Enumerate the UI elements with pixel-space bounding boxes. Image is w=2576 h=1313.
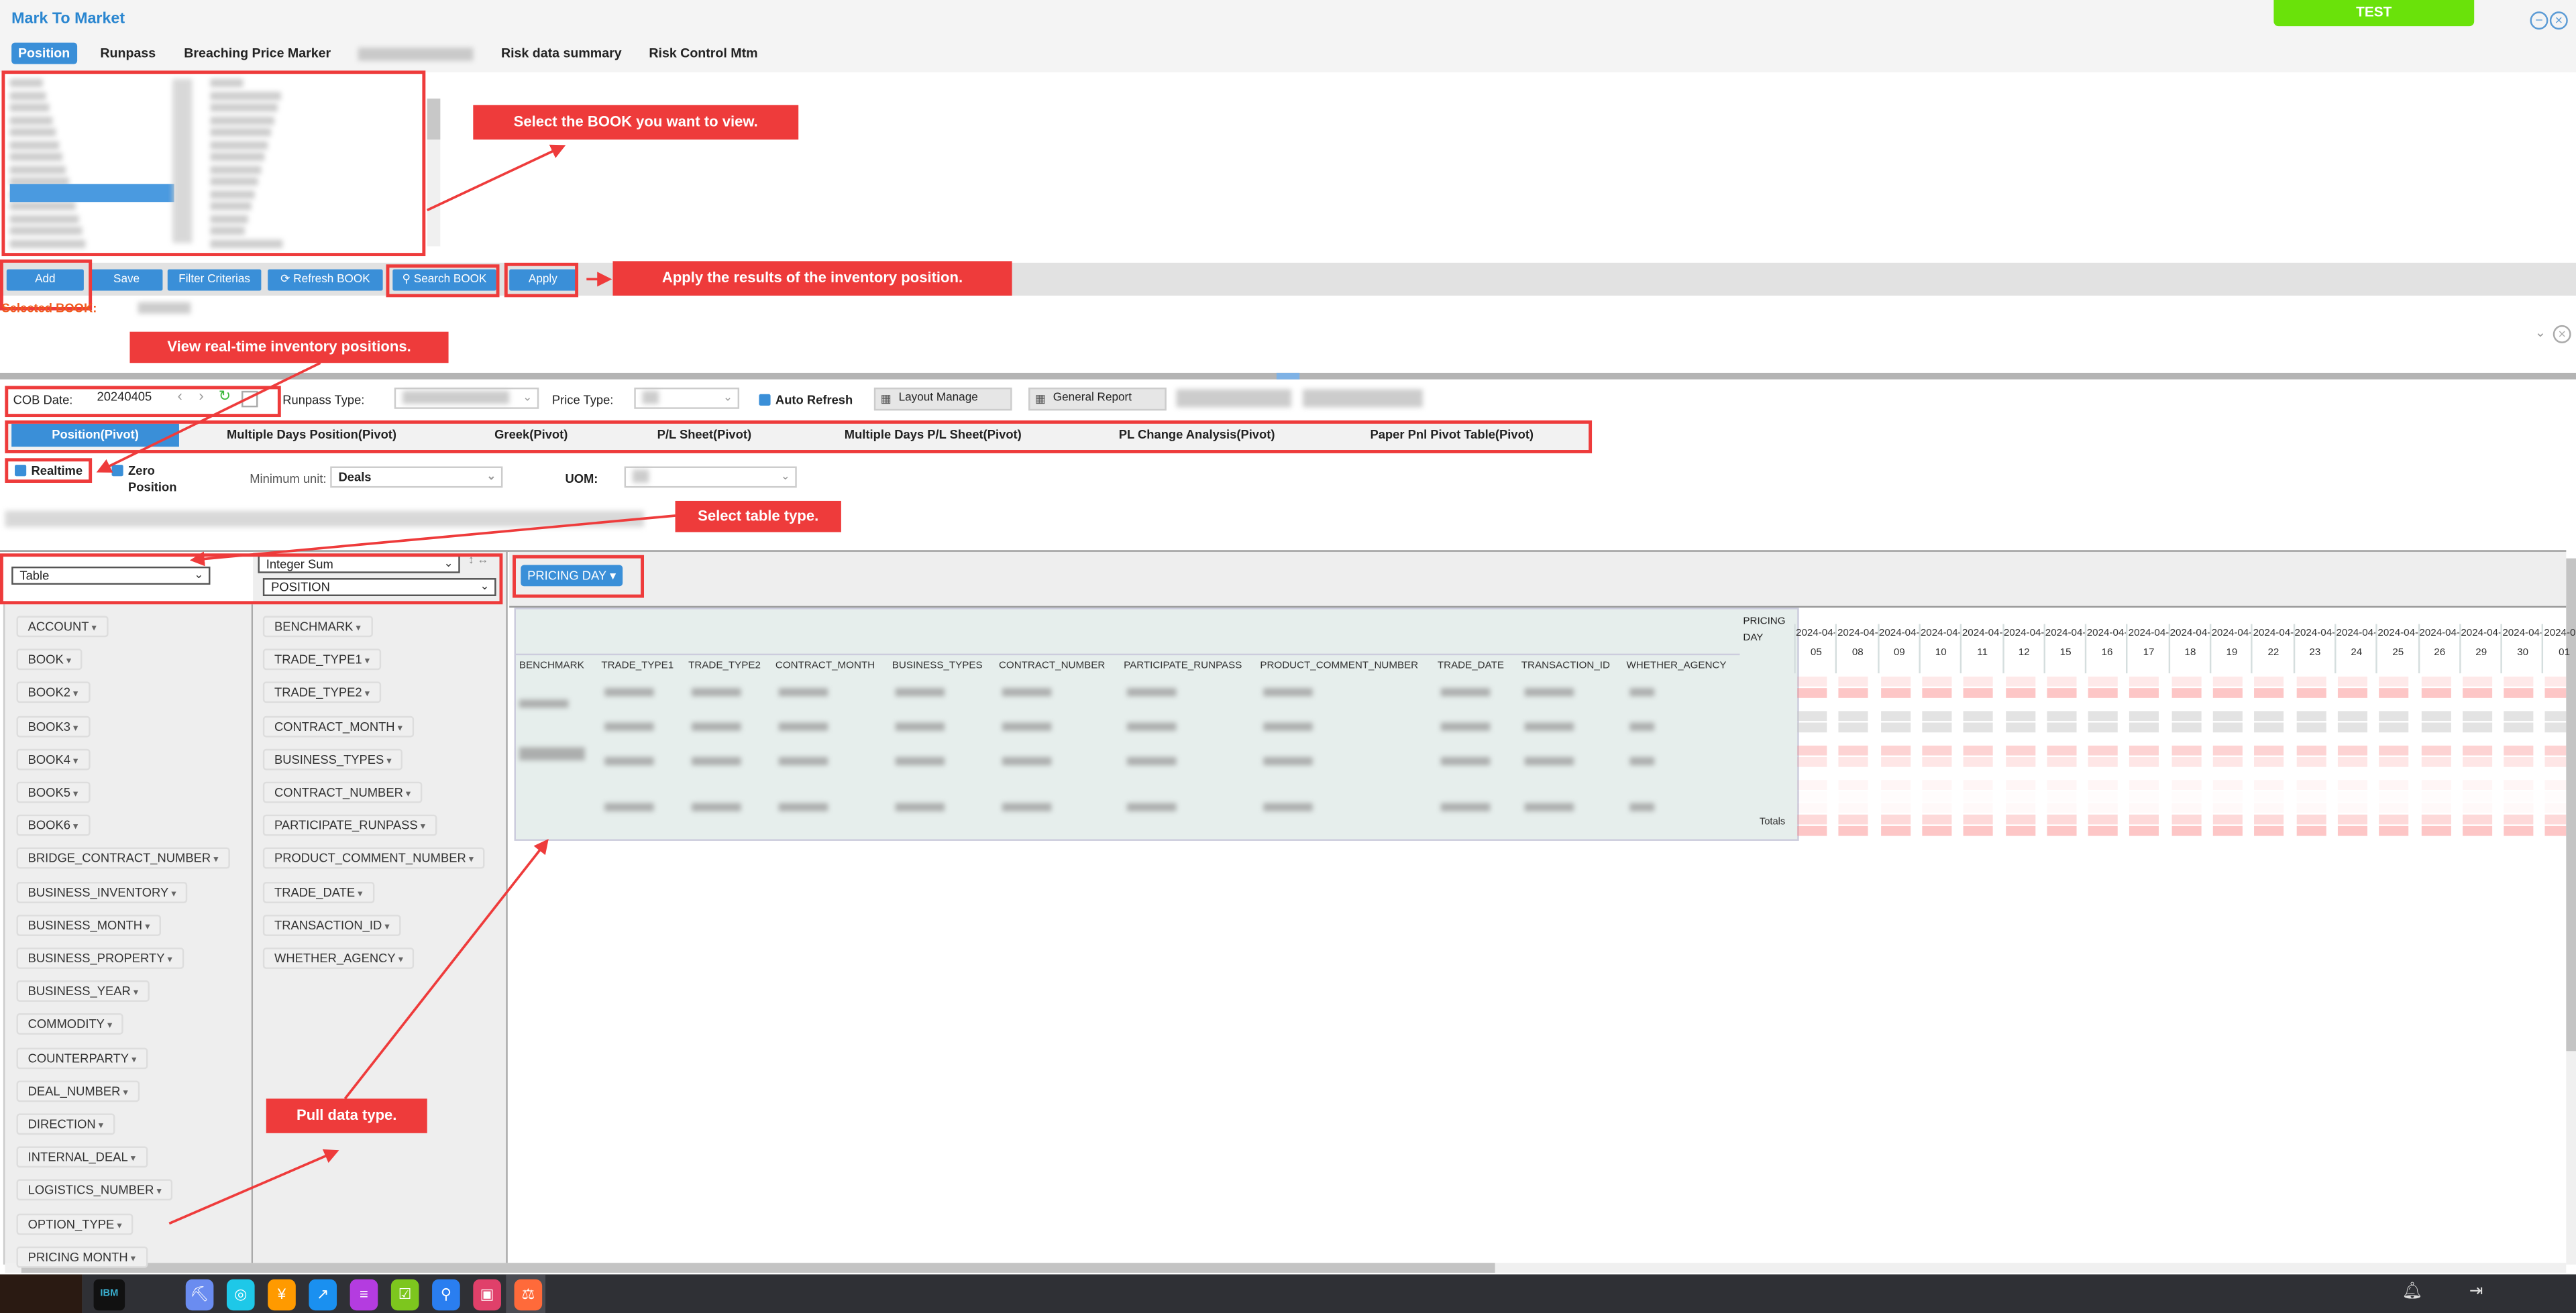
- date-header: 2024-04-18: [2167, 624, 2211, 674]
- row-attribute-chip[interactable]: TRADE_TYPE2: [262, 682, 382, 704]
- attribute-chip[interactable]: BUSINESS_MONTH: [16, 914, 162, 936]
- column-header: TRADE_TYPE2: [688, 660, 761, 672]
- date-header: 2024-04-22: [2251, 624, 2294, 674]
- attribute-chip[interactable]: PRICING MONTH: [16, 1246, 148, 1268]
- attribute-chip[interactable]: BOOK4: [16, 748, 90, 770]
- column-header: PARTICIPATE_RUNPASS: [1124, 660, 1242, 672]
- attribute-chip[interactable]: BUSINESS_YEAR: [16, 980, 150, 1003]
- notification-bell-icon[interactable]: 🔔︎: [2402, 1283, 2422, 1301]
- date-header: 2024-04-12: [2002, 624, 2045, 674]
- date-header: 2024-04-08: [1835, 624, 1878, 674]
- column-header: CONTRACT_MONTH: [775, 660, 875, 672]
- row-attribute-chip[interactable]: TRANSACTION_ID: [262, 914, 401, 936]
- attribute-chip[interactable]: COMMODITY: [16, 1013, 124, 1035]
- checklist-icon[interactable]: ☑: [390, 1279, 419, 1311]
- yen-icon[interactable]: ¥: [268, 1279, 296, 1311]
- column-header: CONTRACT_NUMBER: [998, 660, 1106, 672]
- date-header: 2024-04-25: [2375, 624, 2419, 674]
- scales-icon[interactable]: ⚖: [514, 1279, 543, 1311]
- oil-pump-icon[interactable]: ⛏: [185, 1279, 214, 1311]
- row-attribute-chip[interactable]: PRODUCT_COMMENT_NUMBER: [262, 848, 486, 870]
- stamp-icon[interactable]: ⚲: [432, 1279, 460, 1311]
- row-attribute-chip[interactable]: BENCHMARK: [262, 616, 373, 638]
- date-header: 2024-04-16: [2085, 624, 2128, 674]
- arrow-realtime: [96, 361, 321, 473]
- desktop-wallpaper: [0, 1274, 83, 1313]
- date-header: 2024-04-15: [2043, 624, 2086, 674]
- document-icon[interactable]: ≡: [350, 1279, 378, 1311]
- arrow-select-book: [426, 144, 566, 212]
- attribute-chip[interactable]: BRIDGE_CONTRACT_NUMBER: [16, 848, 230, 870]
- attribute-chip[interactable]: BOOK6: [16, 815, 90, 837]
- row-attribute-chip[interactable]: CONTRACT_MONTH: [262, 715, 415, 737]
- column-header: BUSINESS_TYPES: [892, 660, 983, 672]
- attribute-chip[interactable]: DIRECTION: [16, 1113, 115, 1135]
- chart-growth-icon[interactable]: ↗: [309, 1279, 337, 1311]
- row-attribute-chip[interactable]: BUSINESS_TYPES: [262, 748, 403, 770]
- date-header: 2024-04-26: [2417, 624, 2461, 674]
- globe-icon[interactable]: ◎: [226, 1279, 255, 1311]
- attribute-chip[interactable]: INTERNAL_DEAL: [16, 1146, 148, 1168]
- date-header: 2024-04-30: [2500, 624, 2544, 674]
- briefcase-icon[interactable]: ▣: [473, 1279, 501, 1311]
- row-attribute-chip[interactable]: WHETHER_AGENCY: [262, 948, 415, 969]
- attribute-chip[interactable]: ACCOUNT: [16, 616, 109, 638]
- column-header: TRANSACTION_ID: [1521, 660, 1610, 672]
- row-attribute-chip[interactable]: CONTRACT_NUMBER: [262, 781, 423, 803]
- arrow-table-type: [189, 514, 676, 567]
- attribute-chip[interactable]: BUSINESS_PROPERTY: [16, 948, 184, 969]
- column-header: TRADE_TYPE1: [601, 660, 674, 672]
- logout-icon[interactable]: ⇥: [2469, 1283, 2483, 1301]
- attribute-chip[interactable]: OPTION_TYPE: [16, 1212, 133, 1235]
- app-window: Mark To Market TEST − × Position Runpass…: [0, 0, 2576, 1313]
- row-attribute-chip[interactable]: TRADE_DATE: [262, 881, 374, 903]
- attribute-chip[interactable]: COUNTERPARTY: [16, 1047, 148, 1069]
- date-header: 2024-04-10: [1919, 624, 1962, 674]
- row-attribute-chip[interactable]: TRADE_TYPE1: [262, 648, 382, 671]
- date-header: 2024-04-09: [1877, 624, 1920, 674]
- date-header: 2024-05-01: [2542, 624, 2576, 674]
- date-header: 2024-04-23: [2292, 624, 2336, 674]
- date-header: 2024-04-19: [2209, 624, 2253, 674]
- attribute-chip[interactable]: BOOK3: [16, 715, 90, 737]
- date-header: 2024-04-05: [1794, 624, 1837, 674]
- column-header: TRADE_DATE: [1437, 660, 1504, 672]
- date-header: 2024-04-29: [2459, 624, 2502, 674]
- date-header: 2024-04-24: [2334, 624, 2377, 674]
- arrow-pull-side: [168, 1149, 339, 1225]
- ibm-logo-icon[interactable]: IBM: [93, 1279, 125, 1311]
- attribute-chip[interactable]: BOOK2: [16, 682, 90, 704]
- column-header: WHETHER_AGENCY: [1626, 660, 1727, 672]
- column-header: PRODUCT_COMMENT_NUMBER: [1260, 660, 1419, 672]
- attribute-chip[interactable]: BUSINESS_INVENTORY: [16, 881, 188, 903]
- attribute-chip[interactable]: BOOK: [16, 648, 83, 671]
- row-attribute-chip[interactable]: PARTICIPATE_RUNPASS: [262, 815, 437, 837]
- date-header: 2024-04-17: [2126, 624, 2169, 674]
- column-header: BENCHMARK: [519, 660, 584, 672]
- attribute-chip[interactable]: BOOK5: [16, 781, 90, 803]
- attribute-chip[interactable]: LOGISTICS_NUMBER: [16, 1180, 174, 1202]
- attribute-chip[interactable]: DEAL_NUMBER: [16, 1080, 140, 1102]
- date-header: 2024-04-11: [1960, 624, 2003, 674]
